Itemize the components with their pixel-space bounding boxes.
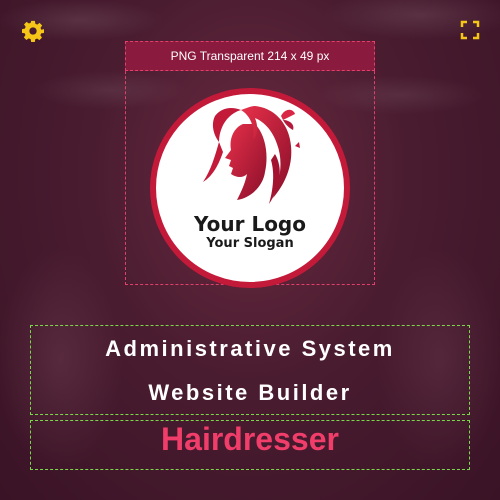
headline-subtitle: Hairdresser xyxy=(161,421,339,457)
fullscreen-icon[interactable] xyxy=(460,20,480,40)
gear-icon[interactable] xyxy=(22,20,44,42)
logo-name-text: Your Logo xyxy=(194,212,306,236)
woman-silhouette-logo-icon xyxy=(203,106,300,204)
logo-slogan-text: Your Slogan xyxy=(206,236,294,251)
headline-line-1: Administrative System xyxy=(105,336,395,361)
headline-line-2: Website Builder xyxy=(148,380,352,405)
logo-size-caption: PNG Transparent 214 x 49 px xyxy=(125,41,375,71)
